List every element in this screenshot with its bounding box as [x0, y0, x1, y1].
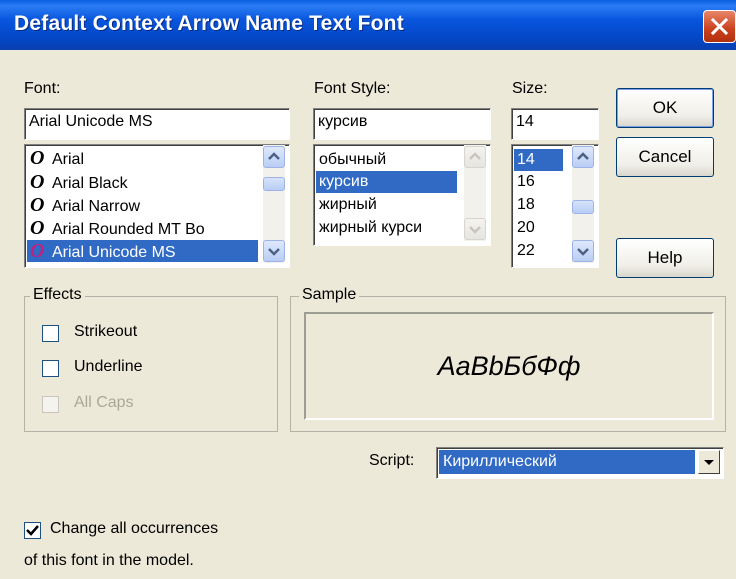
- close-button[interactable]: [703, 10, 736, 43]
- font-list[interactable]: O Arial O Arial Black O Arial Narrow O Arial…: [24, 144, 290, 268]
- chevron-down-icon: [704, 460, 714, 465]
- effects-group: [24, 296, 278, 432]
- all-caps-label: All Caps: [74, 394, 134, 411]
- size-item-selected[interactable]: 14: [514, 149, 563, 171]
- size-list-scrollbar[interactable]: [572, 145, 594, 263]
- change-all-label-line2: of this font in the model.: [24, 552, 194, 569]
- font-list-scrollbar[interactable]: [263, 145, 285, 263]
- script-dropdown-button[interactable]: [698, 450, 720, 474]
- strikeout-label[interactable]: Strikeout: [74, 323, 137, 341]
- script-select-value: Кириллический: [439, 450, 695, 474]
- chevron-up-icon: [469, 152, 481, 160]
- effects-group-label: Effects: [30, 286, 85, 304]
- sample-group-label: Sample: [299, 286, 360, 304]
- scroll-up-button: [464, 146, 486, 168]
- opentype-font-icon: O: [30, 217, 45, 239]
- opentype-font-icon: O: [30, 147, 45, 169]
- window-title: Default Context Arrow Name Text Font: [14, 12, 404, 35]
- size-item[interactable]: 16: [514, 171, 563, 193]
- chevron-down-icon: [577, 248, 589, 256]
- font-list-item[interactable]: O Arial Black: [27, 171, 260, 193]
- change-all-label[interactable]: Change all occurrences: [50, 520, 218, 538]
- script-label: Script:: [369, 452, 415, 469]
- size-list[interactable]: 14 16 18 20 22: [511, 144, 599, 268]
- underline-label[interactable]: Underline: [74, 358, 142, 376]
- font-list-item[interactable]: O Arial Narrow: [27, 194, 260, 216]
- font-style-item[interactable]: жирный курси: [316, 217, 459, 239]
- font-style-item[interactable]: обычный: [316, 149, 459, 171]
- scroll-down-button[interactable]: [572, 240, 594, 262]
- font-style-input-value: курсив: [318, 113, 368, 130]
- chevron-up-icon: [268, 152, 280, 160]
- font-list-item-selected[interactable]: O Arial Unicode MS: [27, 240, 258, 262]
- font-list-item[interactable]: O Arial: [27, 147, 260, 169]
- help-button[interactable]: Help: [616, 238, 714, 278]
- chevron-down-icon: [469, 226, 481, 234]
- opentype-font-icon: O: [30, 171, 45, 193]
- chevron-up-icon: [577, 152, 589, 160]
- font-input-value: Arial Unicode MS: [29, 113, 153, 130]
- close-icon: [710, 17, 729, 36]
- scroll-up-button[interactable]: [263, 146, 285, 168]
- ok-button[interactable]: OK: [616, 88, 714, 128]
- font-style-list[interactable]: обычный курсив жирный жирный курси: [313, 144, 491, 246]
- cancel-button[interactable]: Cancel: [616, 137, 714, 177]
- scroll-thumb[interactable]: [263, 177, 285, 191]
- font-style-label: Font Style:: [314, 80, 391, 97]
- size-label: Size:: [512, 80, 548, 97]
- size-input[interactable]: 14: [511, 108, 599, 140]
- sample-text: AaBbБбФф: [437, 351, 581, 381]
- all-caps-checkbox: [42, 396, 59, 413]
- chevron-down-icon: [268, 248, 280, 256]
- scroll-down-button[interactable]: [263, 240, 285, 262]
- font-list-item[interactable]: O Arial Rounded MT Bo: [27, 217, 260, 239]
- size-item[interactable]: 20: [514, 217, 563, 239]
- sample-preview: AaBbБбФф: [304, 312, 714, 420]
- size-item[interactable]: 18: [514, 194, 563, 216]
- font-style-scrollbar: [464, 145, 486, 241]
- scroll-thumb[interactable]: [572, 200, 594, 214]
- script-select[interactable]: Кириллический: [436, 447, 724, 479]
- font-style-input[interactable]: курсив: [313, 108, 491, 140]
- size-input-value: 14: [516, 113, 534, 130]
- opentype-font-icon: O: [30, 240, 45, 262]
- size-item[interactable]: 22: [514, 240, 563, 262]
- scroll-down-button: [464, 218, 486, 240]
- scroll-up-button[interactable]: [572, 146, 594, 168]
- checkmark-icon: [26, 525, 39, 536]
- font-input[interactable]: Arial Unicode MS: [24, 108, 290, 140]
- title-bar: Default Context Arrow Name Text Font: [0, 0, 736, 50]
- font-style-item-selected[interactable]: курсив: [316, 171, 457, 193]
- underline-checkbox[interactable]: [42, 360, 59, 377]
- change-all-checkbox[interactable]: [24, 522, 41, 539]
- strikeout-checkbox[interactable]: [42, 325, 59, 342]
- font-style-item[interactable]: жирный: [316, 194, 459, 216]
- font-label: Font:: [24, 80, 61, 97]
- opentype-font-icon: O: [30, 194, 45, 216]
